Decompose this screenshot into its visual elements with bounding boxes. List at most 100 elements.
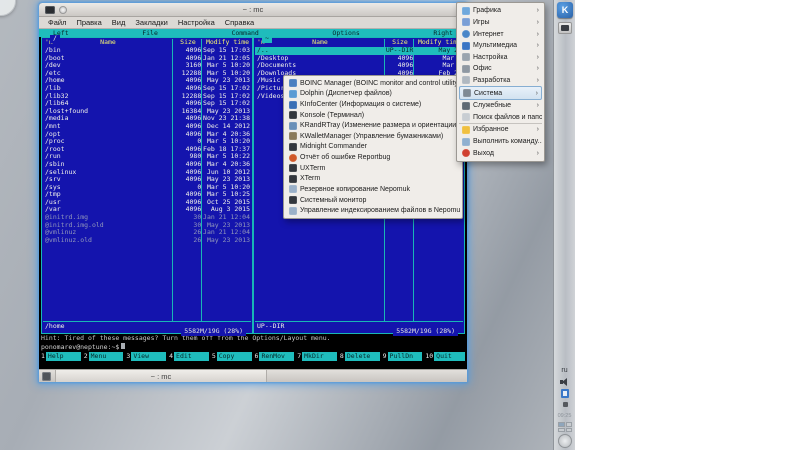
keyboard-layout-indicator[interactable]: ru: [554, 367, 575, 374]
file-name: /home: [43, 77, 171, 85]
file-name: /Documents: [255, 62, 383, 70]
tab-mc[interactable]: ~ : mc: [55, 370, 267, 382]
file-name: /lib: [43, 85, 171, 93]
desktop-pager[interactable]: [558, 422, 572, 432]
fkey-quit[interactable]: 10Quit: [425, 352, 465, 361]
new-tab-button[interactable]: [42, 372, 51, 381]
column-name[interactable]: Name: [255, 39, 385, 47]
run-icon: [462, 138, 470, 146]
file-name: /var: [43, 206, 171, 214]
file-name: /run: [43, 153, 171, 161]
menu-item-system[interactable]: Система›: [459, 86, 542, 100]
submenu-arrow-icon: ›: [537, 54, 539, 61]
kde-panel: K ru 09:25: [553, 0, 575, 450]
konsole-tabbar: ~ : mc: [39, 369, 467, 382]
menu-item-label: Офис: [473, 65, 492, 72]
menu-item-multimedia[interactable]: Мультимедиа›: [459, 40, 542, 52]
file-name: /bin: [43, 47, 171, 55]
clock[interactable]: 09:25: [554, 413, 575, 419]
menu-item-konsole[interactable]: Konsole (Терминал): [286, 110, 460, 121]
konsole-menu-item-5[interactable]: Справка: [220, 18, 259, 27]
konsole-menu-item-1[interactable]: Правка: [71, 18, 106, 27]
mc-menu-item-file[interactable]: File: [142, 29, 158, 37]
development-icon: [462, 76, 470, 84]
menu-item-search[interactable]: Поиск файлов и папок: [459, 111, 542, 123]
menu-item-office[interactable]: Офис›: [459, 63, 542, 75]
fkey-renmov[interactable]: 6RenMov: [255, 352, 295, 361]
menu-item-run[interactable]: Выполнить команду...: [459, 136, 542, 148]
file-name: @vmlinuz.old: [43, 237, 171, 245]
menu-item-nepomuk-backup[interactable]: Резервное копирование Nepomuk: [286, 184, 460, 195]
menu-item-games[interactable]: Игры›: [459, 17, 542, 29]
mc-menu-item-right[interactable]: Right: [433, 29, 453, 37]
menu-item-label: Служебные: [473, 102, 511, 109]
fkey-label: MkDir: [302, 352, 337, 361]
file-name: /dev: [43, 62, 171, 70]
kickoff-launcher-button[interactable]: K: [557, 2, 573, 18]
fkey-help[interactable]: 1Help: [41, 352, 81, 361]
file-row[interactable]: /Desktop4096Mar 4: [255, 55, 463, 63]
file-row[interactable]: @vmlinuz.old26May 23 2013: [43, 237, 251, 245]
panel-path[interactable]: /: [50, 35, 60, 43]
menu-item-kinfocenter[interactable]: KInfoCenter (Информация о системе): [286, 99, 460, 110]
window-titlebar[interactable]: ~ : mc: [39, 3, 467, 17]
submenu-arrow-icon: ›: [537, 42, 539, 49]
menu-item-label: KRandRTray (Изменение размера и ориентац…: [300, 122, 460, 129]
panel-app-button[interactable]: [558, 22, 572, 34]
submenu-arrow-icon: ›: [537, 126, 539, 133]
fkey-copy[interactable]: 5Copy: [212, 352, 252, 361]
uxterm-icon: [289, 164, 297, 172]
menu-item-kwalletmanager[interactable]: KWalletManager (Управление бумажниками): [286, 131, 460, 142]
menu-item-internet[interactable]: Интернет›: [459, 28, 542, 40]
file-row[interactable]: /..UP--DIRMay 23: [255, 47, 463, 55]
menu-item-reportbug[interactable]: Отчёт об ошибке Reportbug: [286, 152, 460, 163]
file-name: @initrd.img.old: [43, 222, 171, 230]
menu-item-boinc[interactable]: BOINC Manager (BOINC monitor and control…: [286, 78, 460, 89]
mc-hint-line: Hint: Tired of these messages? Turn them…: [41, 335, 465, 343]
menu-item-dolphin[interactable]: Dolphin (Диспетчер файлов): [286, 89, 460, 100]
menu-item-krandrtray[interactable]: KRandRTray (Изменение размера и ориентац…: [286, 120, 460, 131]
konsole-menu-item-0[interactable]: Файл: [43, 18, 71, 27]
menu-item-xterm[interactable]: XTerm: [286, 173, 460, 184]
fkey-number: 10: [425, 352, 434, 361]
column-modify-time[interactable]: Modify time: [203, 39, 252, 47]
fkey-pulldn[interactable]: 9PullDn: [383, 352, 423, 361]
desktop-toolbox[interactable]: [0, 0, 16, 16]
konsole-menu-item-3[interactable]: Закладки: [130, 18, 172, 27]
fkey-edit[interactable]: 4Edit: [169, 352, 209, 361]
fkey-view[interactable]: 3View: [126, 352, 166, 361]
fkey-mkdir[interactable]: 7MkDir: [297, 352, 337, 361]
menu-item-development[interactable]: Разработка›: [459, 75, 542, 87]
multimedia-icon: [462, 42, 470, 50]
mc-menu-item-options[interactable]: Options: [332, 29, 359, 37]
menu-item-utilities[interactable]: Служебные›: [459, 100, 542, 112]
volume-icon[interactable]: [560, 378, 570, 386]
konsole-menu-item-4[interactable]: Настройка: [173, 18, 220, 27]
column-name[interactable]: Name: [43, 39, 173, 47]
konsole-menu-item-2[interactable]: Вид: [107, 18, 131, 27]
menu-item-logout[interactable]: Выход›: [459, 147, 542, 159]
menu-item-favorites[interactable]: Избранное›: [459, 123, 542, 136]
panel-cashew[interactable]: [558, 434, 572, 448]
file-row[interactable]: /Documents4096Mar 3: [255, 62, 463, 70]
mc-menu-item-command[interactable]: Command: [231, 29, 258, 37]
menu-item-uxterm[interactable]: UXTerm: [286, 163, 460, 174]
column-size[interactable]: Size: [386, 39, 414, 47]
file-name: /lost+found: [43, 108, 171, 116]
menu-item-graphics[interactable]: Графика›: [459, 5, 542, 17]
file-name: /mnt: [43, 123, 171, 131]
menu-item-nepomuk-index[interactable]: Управление индексированием файлов в Nepo…: [286, 205, 460, 216]
menu-item-system-monitor[interactable]: Системный монитор: [286, 195, 460, 206]
klipper-icon[interactable]: [561, 389, 569, 398]
panel-path[interactable]: ~: [262, 35, 272, 43]
menu-item-midnight-commander[interactable]: Midnight Commander: [286, 142, 460, 153]
tray-icon[interactable]: [563, 402, 568, 407]
submenu-arrow-icon: ›: [537, 7, 539, 14]
menu-item-label: Система: [474, 90, 502, 97]
column-size[interactable]: Size: [174, 39, 202, 47]
fkey-menu[interactable]: 2Menu: [84, 352, 124, 361]
fkey-delete[interactable]: 8Delete: [340, 352, 380, 361]
file-name: /lib32: [43, 93, 171, 101]
shell-prompt[interactable]: ponomarev@neptune:~$: [41, 343, 465, 352]
menu-item-settings[interactable]: Настройка›: [459, 51, 542, 63]
